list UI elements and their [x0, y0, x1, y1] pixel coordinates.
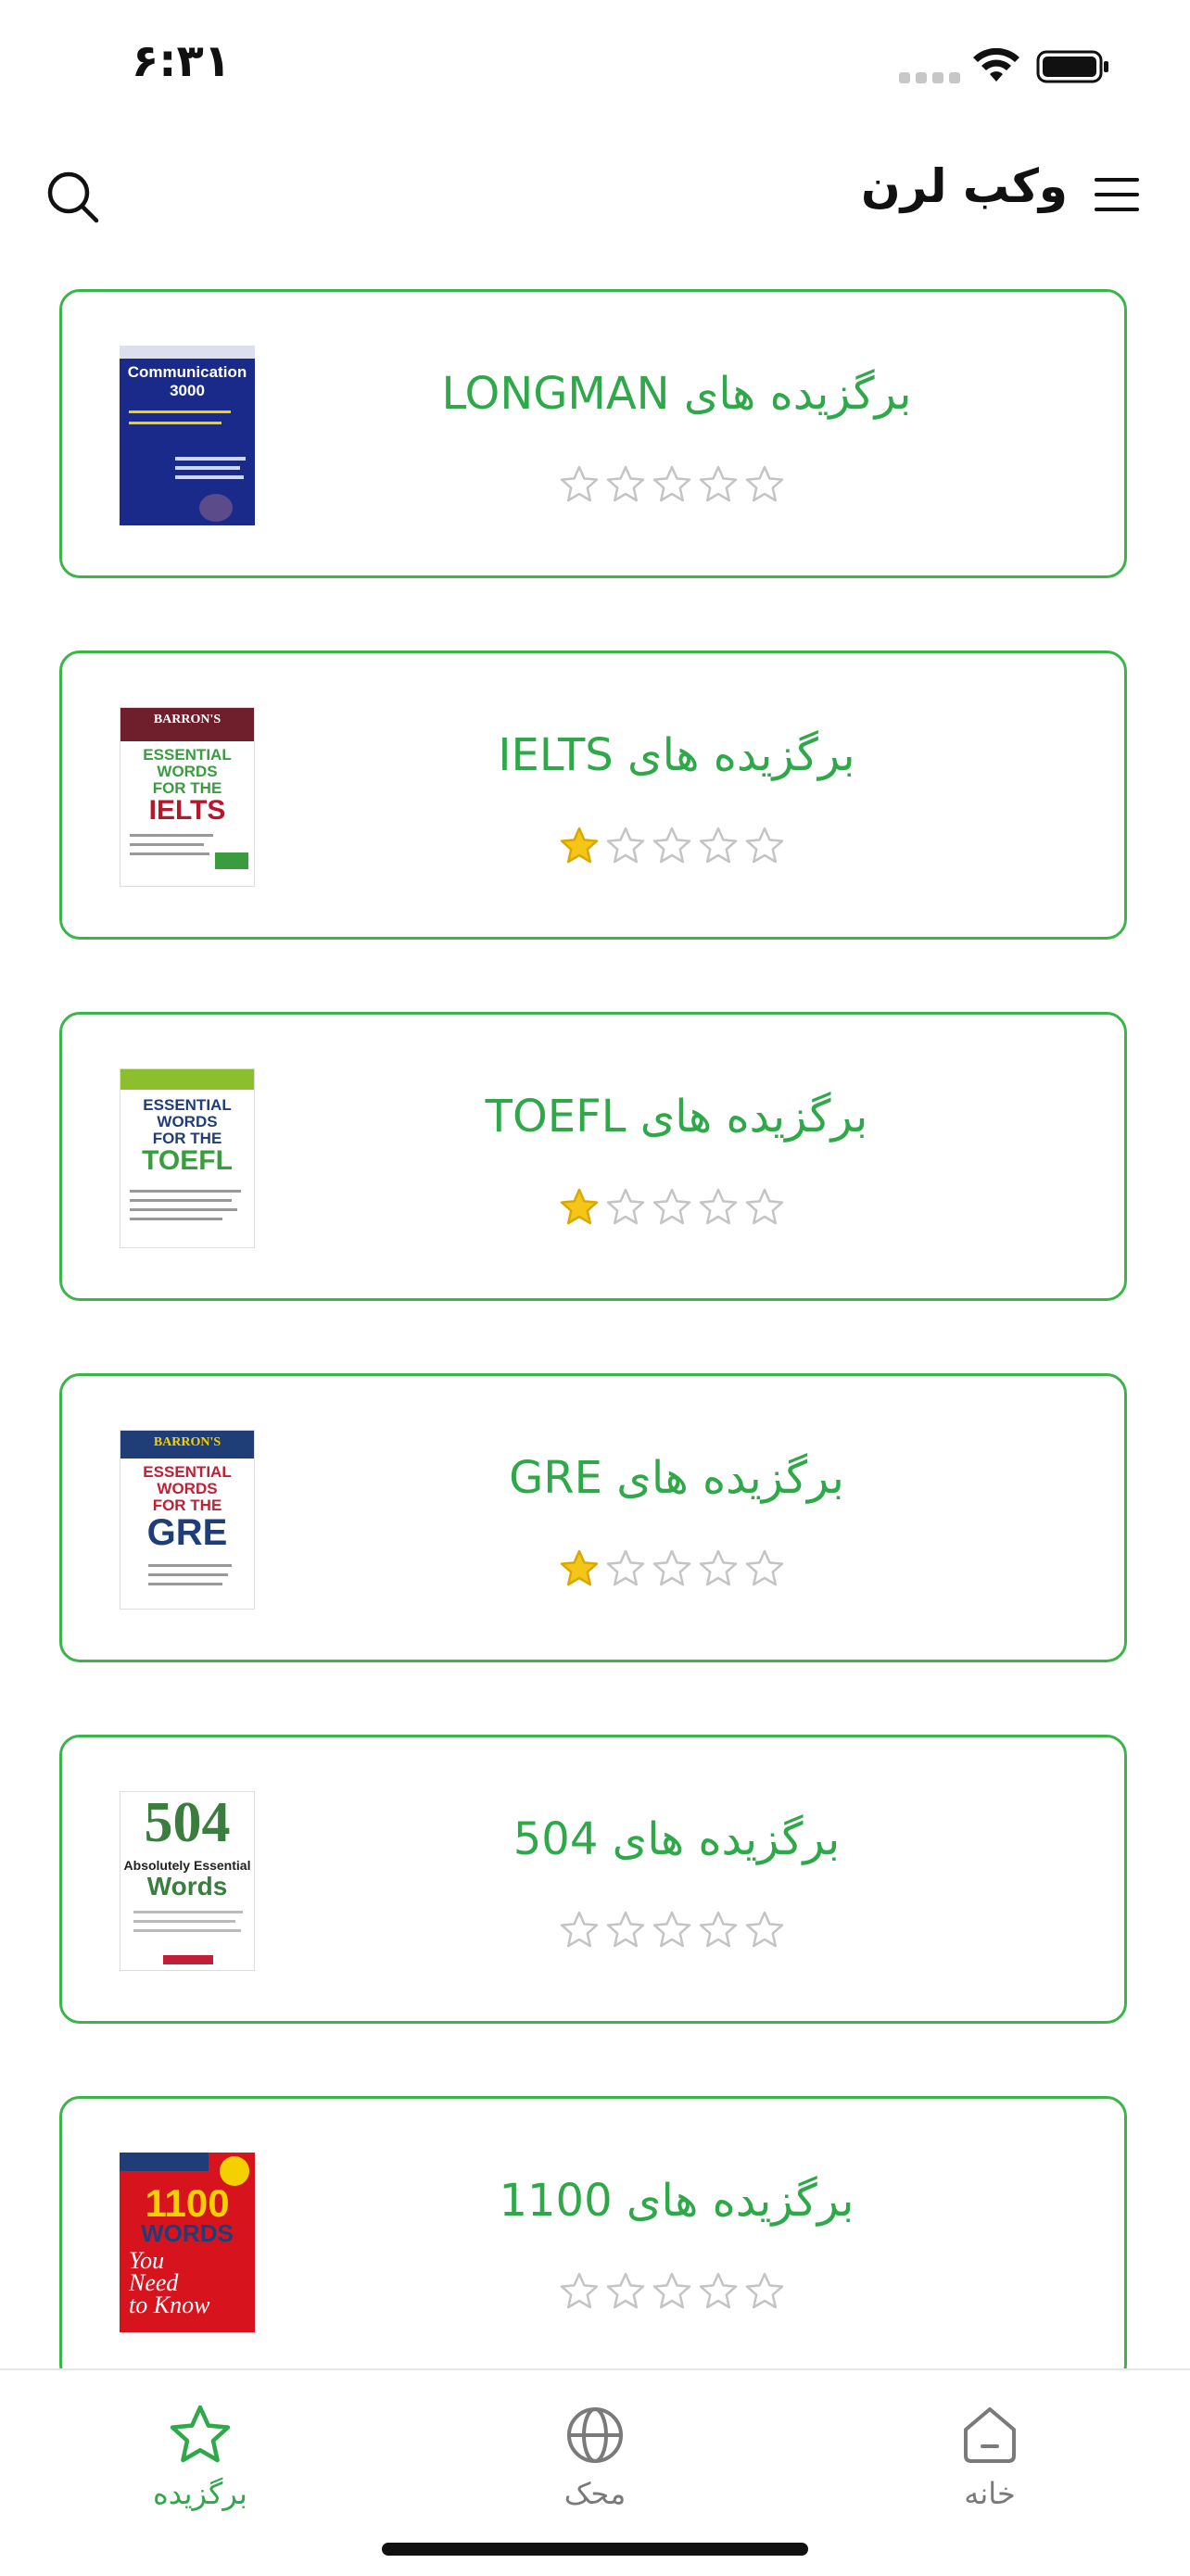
star-empty-icon[interactable] [559, 2271, 600, 2312]
star-empty-icon[interactable] [698, 1187, 739, 1228]
star-empty-icon[interactable] [605, 1910, 646, 1951]
status-bar: ۶:۳۱ [0, 0, 1190, 130]
nav-favorites[interactable]: برگزیده [98, 2402, 302, 2532]
favorite-card-ielts[interactable]: BARRON'S ESSENTIAL WORDS FOR THE IELTS ب… [59, 650, 1127, 940]
nav-favorites-label: برگزیده [153, 2476, 247, 2511]
card-title: برگزیده های 1100 [499, 2175, 855, 2227]
star-empty-icon[interactable] [744, 826, 785, 866]
nav-explore[interactable]: محک [493, 2402, 697, 2532]
home-indicator [382, 2543, 808, 2556]
app-title: وکب لرن [860, 159, 1068, 213]
app-header: وکب لرن [0, 139, 1190, 250]
cellular-signal-icon [899, 72, 960, 83]
star-empty-icon[interactable] [652, 1187, 692, 1228]
nav-home-label: خانه [964, 2476, 1016, 2511]
favorite-card-toefl[interactable]: ESSENTIAL WORDS FOR THE TOEFL برگزیده ها… [59, 1012, 1127, 1301]
star-empty-icon[interactable] [744, 2271, 785, 2312]
star-empty-icon[interactable] [744, 1910, 785, 1951]
star-empty-icon[interactable] [605, 1187, 646, 1228]
star-empty-icon[interactable] [652, 826, 692, 866]
star-empty-icon[interactable] [698, 1548, 739, 1589]
star-empty-icon[interactable] [605, 464, 646, 505]
search-icon[interactable] [43, 167, 102, 226]
star-empty-icon[interactable] [605, 1548, 646, 1589]
card-title: برگزیده های TOEFL [485, 1091, 868, 1143]
star-filled-icon[interactable] [559, 1548, 600, 1589]
book-cover-gre: BARRON'S ESSENTIAL WORDS FOR THE GRE [120, 1430, 255, 1610]
globe-icon [567, 2407, 623, 2463]
menu-icon[interactable] [1089, 167, 1145, 222]
card-title: برگزیده های GRE [509, 1452, 844, 1504]
star-empty-icon[interactable] [744, 1187, 785, 1228]
card-title: برگزیده های 504 [513, 1813, 841, 1865]
star-empty-icon[interactable] [698, 1910, 739, 1951]
battery-icon [1036, 50, 1108, 83]
nav-explore-label: محک [563, 2476, 627, 2511]
star-empty-icon[interactable] [605, 826, 646, 866]
star-empty-icon[interactable] [744, 464, 785, 505]
book-cover-ielts: BARRON'S ESSENTIAL WORDS FOR THE IELTS [120, 707, 255, 887]
rating-stars [559, 2271, 785, 2312]
star-empty-icon[interactable] [652, 1548, 692, 1589]
rating-stars [559, 464, 785, 505]
wifi-icon [973, 48, 1019, 82]
star-icon [170, 2405, 231, 2463]
star-empty-icon[interactable] [698, 2271, 739, 2312]
rating-stars [559, 1187, 785, 1228]
star-empty-icon[interactable] [559, 464, 600, 505]
star-empty-icon[interactable] [652, 1910, 692, 1951]
book-cover-504: 504 Absolutely Essential Words [120, 1791, 255, 1971]
favorite-card-gre[interactable]: BARRON'S ESSENTIAL WORDS FOR THE GRE برگ… [59, 1373, 1127, 1662]
favorite-card-1100[interactable]: 1100 WORDS You Need to Know برگزیده های … [59, 2096, 1127, 2385]
rating-stars [559, 826, 785, 866]
nav-home[interactable]: خانه [888, 2402, 1092, 2532]
star-empty-icon[interactable] [698, 826, 739, 866]
star-filled-icon[interactable] [559, 1187, 600, 1228]
star-filled-icon[interactable] [559, 826, 600, 866]
favorite-card-longman[interactable]: Communication 3000 برگزیده های LONGMAN [59, 289, 1127, 578]
rating-stars [559, 1548, 785, 1589]
rating-stars [559, 1910, 785, 1951]
bottom-nav: برگزیده محک خانه [0, 2368, 1190, 2576]
status-time: ۶:۳۱ [132, 35, 232, 87]
book-cover-1100: 1100 WORDS You Need to Know [120, 2153, 255, 2332]
star-empty-icon[interactable] [744, 1548, 785, 1589]
favorite-card-504[interactable]: 504 Absolutely Essential Words برگزیده ه… [59, 1735, 1127, 2024]
star-empty-icon[interactable] [559, 1910, 600, 1951]
book-cover-toefl: ESSENTIAL WORDS FOR THE TOEFL [120, 1068, 255, 1248]
star-empty-icon[interactable] [698, 464, 739, 505]
card-title: برگزیده های IELTS [498, 729, 855, 781]
card-title: برگزیده های LONGMAN [441, 368, 912, 420]
star-empty-icon[interactable] [605, 2271, 646, 2312]
star-empty-icon[interactable] [652, 464, 692, 505]
star-empty-icon[interactable] [652, 2271, 692, 2312]
home-icon [964, 2407, 1016, 2463]
book-cover-longman: Communication 3000 [120, 346, 255, 525]
